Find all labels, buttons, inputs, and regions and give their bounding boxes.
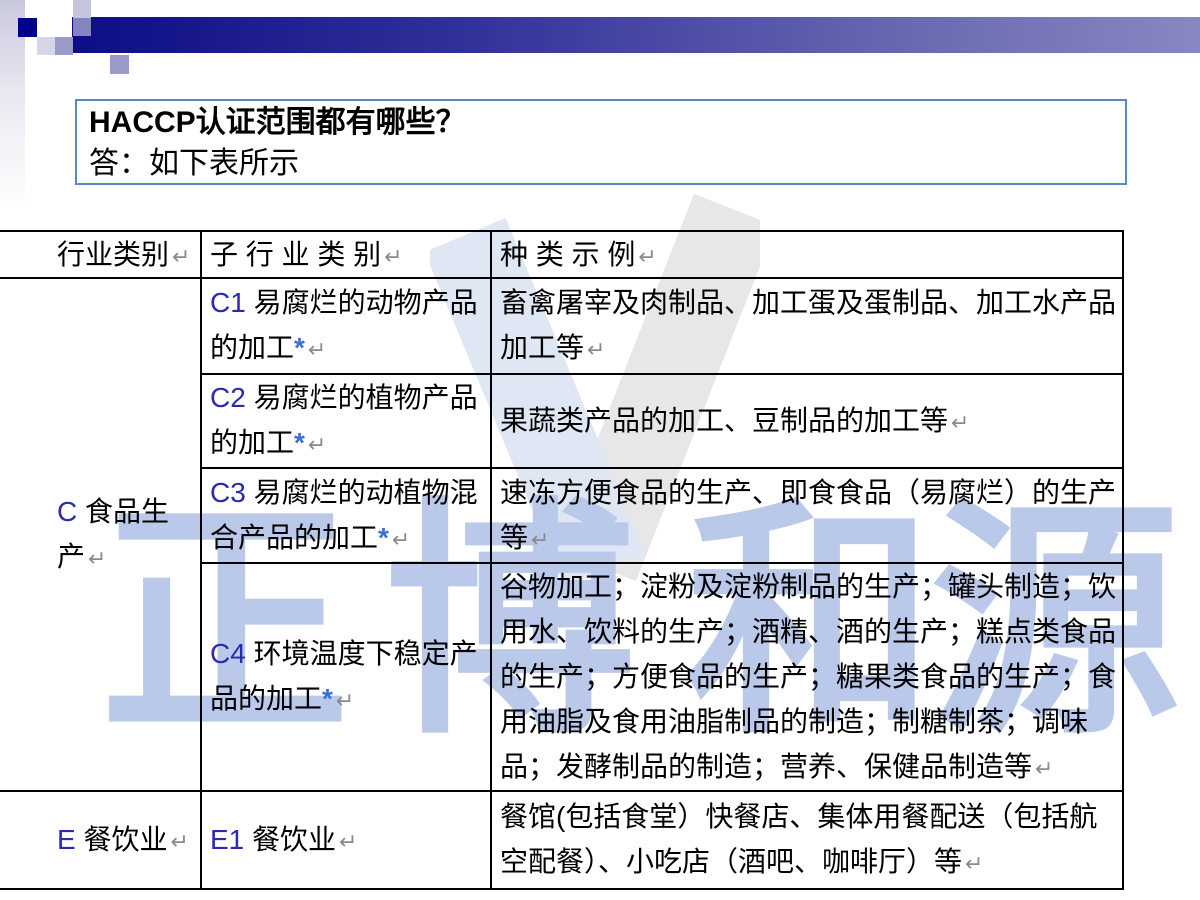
header-sub-industry-category: 子 行 业 类 别↵ <box>202 232 492 279</box>
return-mark: ↵ <box>167 829 188 854</box>
return-mark: ↵ <box>85 546 106 571</box>
slide: 正 博 和 源 HACCP认证范围都有哪些？ 答：如下表所示 行业类别↵ 子 行… <box>0 0 1200 900</box>
star-mark: * <box>322 683 333 714</box>
cell-examples-c4: 谷物加工；淀粉及淀粉制品的生产；罐头制造；饮用水、饮料的生产；酒精、酒的生产；糕… <box>492 564 1124 792</box>
top-banner-bar <box>72 17 1200 53</box>
star-mark: * <box>378 522 389 553</box>
return-mark: ↵ <box>336 829 357 854</box>
cell-examples-c2: 果蔬类产品的加工、豆制品的加工等↵ <box>492 375 1124 469</box>
question-box: HACCP认证范围都有哪些？ 答：如下表所示 <box>75 99 1127 185</box>
return-mark: ↵ <box>528 527 549 552</box>
return-mark: ↵ <box>948 410 969 435</box>
return-mark: ↵ <box>1032 756 1053 781</box>
return-mark: ↵ <box>635 244 656 269</box>
return-mark: ↵ <box>305 432 326 457</box>
question-answer: 答：如下表所示 <box>89 143 1113 184</box>
cell-examples-c1: 畜禽屠宰及肉制品、加工蛋及蛋制品、加工水产品加工等↵ <box>492 279 1124 375</box>
row-code: C2 <box>210 382 246 413</box>
star-mark: * <box>294 427 305 458</box>
question-title: HACCP认证范围都有哪些？ <box>89 102 1113 143</box>
return-mark: ↵ <box>381 244 402 269</box>
decor-square <box>55 37 73 55</box>
row-code: C4 <box>210 638 246 669</box>
cell-sub-industry-e1: E1 餐饮业↵ <box>202 792 492 890</box>
group-cell-catering: E 餐饮业↵ <box>0 792 202 890</box>
decor-square <box>37 37 55 55</box>
return-mark: ↵ <box>962 851 983 876</box>
return-mark: ↵ <box>333 688 354 713</box>
return-mark: ↵ <box>169 244 190 269</box>
group-code: E <box>57 824 76 855</box>
decor-square <box>110 55 129 74</box>
decor-square <box>73 18 91 36</box>
header-type-examples: 种 类 示 例↵ <box>492 232 1124 279</box>
return-mark: ↵ <box>584 337 605 362</box>
group-code: C <box>57 496 77 527</box>
header-industry-category: 行业类别↵ <box>0 232 202 279</box>
cell-sub-industry-c1: C1 易腐烂的动物产品的加工*↵ <box>202 279 492 375</box>
haccp-scope-table: 行业类别↵ 子 行 业 类 别↵ 种 类 示 例↵ C 食品生产↵ C1 易腐烂… <box>0 230 1124 890</box>
return-mark: ↵ <box>389 527 410 552</box>
row-code: E1 <box>210 824 244 855</box>
cell-sub-industry-c4: C4 环境温度下稳定产品的加工*↵ <box>202 564 492 792</box>
cell-sub-industry-c2: C2 易腐烂的植物产品的加工*↵ <box>202 375 492 469</box>
decor-square <box>73 0 91 18</box>
return-mark: ↵ <box>305 337 326 362</box>
decor-square-navy <box>18 18 37 37</box>
row-code: C1 <box>210 287 246 318</box>
cell-examples-c3: 速冻方便食品的生产、即食食品（易腐烂）的生产等↵ <box>492 469 1124 564</box>
group-cell-food-production: C 食品生产↵ <box>0 279 202 792</box>
cell-sub-industry-c3: C3 易腐烂的动植物混合产品的加工*↵ <box>202 469 492 564</box>
row-code: C3 <box>210 477 246 508</box>
star-mark: * <box>294 332 305 363</box>
cell-examples-e1: 餐馆(包括食堂）快餐店、集体用餐配送（包括航空配餐）、小吃店（酒吧、咖啡厅）等↵ <box>492 792 1124 890</box>
